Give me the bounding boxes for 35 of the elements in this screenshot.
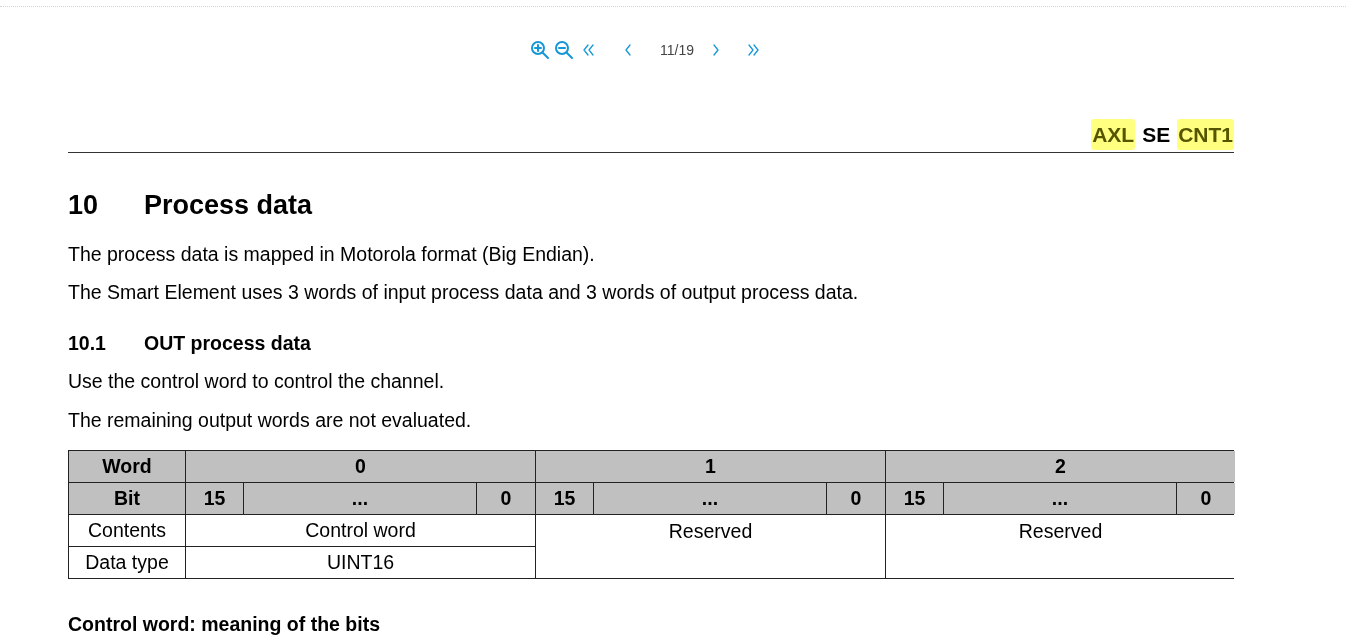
header-cell: 0 — [827, 483, 885, 514]
header-cell: 15 — [536, 483, 593, 514]
paragraph: The Smart Element uses 3 words of input process data and 3 words of output process data. — [68, 280, 860, 304]
header-cell: ... — [244, 483, 476, 514]
subheading: Control word: meaning of the bits — [68, 613, 381, 635]
section-number: 10 — [68, 189, 100, 221]
header-cell: ... — [944, 483, 1176, 514]
header-cell: 15 — [186, 483, 243, 514]
table-cell: Reserved — [536, 515, 885, 578]
header-cell: 0 — [186, 451, 535, 482]
page-indicator: 11/19 — [660, 40, 694, 60]
header-text: CNT1 — [1177, 118, 1234, 150]
header-text: AXL — [1091, 118, 1136, 150]
table-cell: Data type — [69, 547, 185, 578]
paragraph: The process data is mapped in Motorola format (Big Endian). — [68, 242, 596, 266]
table-cell: Contents — [69, 515, 185, 546]
table-cell: UINT16 — [186, 547, 535, 578]
zoom-in-icon[interactable] — [530, 40, 550, 60]
header-cell: 0 — [1177, 483, 1235, 514]
header-cell: Word — [69, 451, 185, 482]
header-cell: Bit — [69, 483, 185, 514]
header-cell: ... — [594, 483, 826, 514]
header-cell: 2 — [886, 451, 1235, 482]
paragraph: Use the control word to control the channel. — [68, 369, 446, 393]
header-text: SE — [1142, 121, 1171, 148]
header-cell: 0 — [477, 483, 535, 514]
paragraph: The remaining output words are not evaluated. — [68, 408, 473, 432]
subsection-number: 10.1 — [68, 331, 107, 355]
zoom-out-icon[interactable] — [554, 40, 574, 60]
header-cell: 15 — [886, 483, 943, 514]
table-cell: Control word — [186, 515, 535, 546]
subsection-title: OUT process data — [144, 331, 311, 355]
section-title: Process data — [144, 189, 313, 221]
table-cell: Reserved — [886, 515, 1235, 578]
header-cell: 1 — [536, 451, 885, 482]
